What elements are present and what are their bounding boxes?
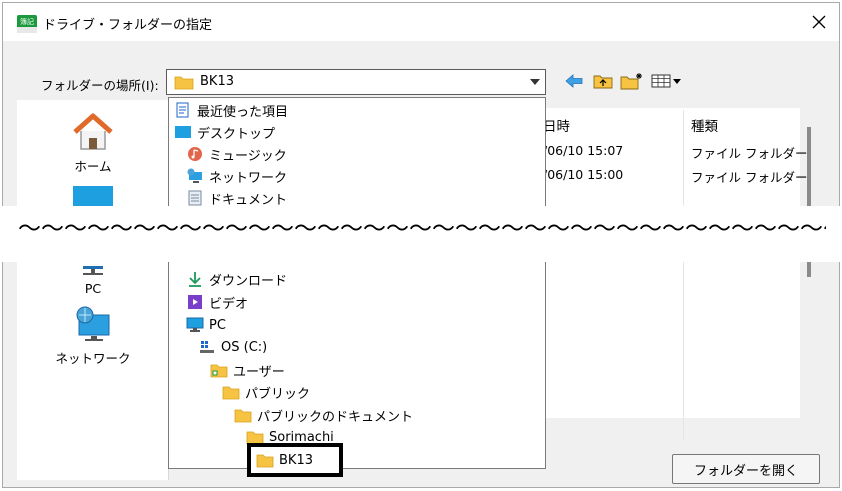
desktop-icon <box>175 126 191 138</box>
dropdown-item-label: PC <box>209 317 226 333</box>
network-icon <box>187 168 202 183</box>
column-separator <box>683 110 684 440</box>
app-icon-text: 簿記 <box>20 17 34 26</box>
home-icon <box>73 113 113 150</box>
dropdown-item-label: デスクトップ <box>197 126 276 142</box>
new-folder-button[interactable] <box>619 71 645 91</box>
place-home-label: ホーム <box>74 159 112 174</box>
dropdown-item[interactable]: 最近使った項目 <box>173 99 288 121</box>
folder-icon <box>256 454 274 467</box>
dropdown-item[interactable]: OS (C:) <box>197 336 267 358</box>
dropdown-item-label: パブリックのドキュメント <box>257 409 414 425</box>
dropdown-item-label: ネットワーク <box>209 170 288 186</box>
dropdown-item-label: ミュージック <box>209 148 287 164</box>
back-button[interactable] <box>563 71 585 91</box>
folder-location-label: フォルダーの場所(I): <box>41 78 159 93</box>
recent-icon <box>176 102 189 118</box>
dropdown-item-selected[interactable]: BK13 <box>255 449 313 471</box>
pc-icon <box>83 266 103 275</box>
folder-icon <box>222 386 240 399</box>
dropdown-item[interactable]: デスクトップ <box>173 121 275 143</box>
row-date: /06/10 15:00 <box>543 167 624 182</box>
row-date: /06/10 15:07 <box>543 143 624 158</box>
drive-icon <box>200 341 214 353</box>
view-menu-button[interactable] <box>649 71 685 91</box>
folder-location-combo[interactable]: BK13 <box>166 69 546 95</box>
network-icon <box>76 306 110 341</box>
dropdown-item-label: ダウンロード <box>209 273 288 289</box>
dropdown-item-label: OS (C:) <box>221 339 268 355</box>
column-header-type[interactable]: 種類 <box>691 115 718 135</box>
place-pc-label: PC <box>84 281 102 296</box>
place-home[interactable] <box>17 112 169 156</box>
pc-icon <box>186 317 204 332</box>
dropdown-item-label: ユーザー <box>233 364 285 380</box>
row-type: ファイル フォルダー <box>691 170 808 185</box>
document-icon <box>188 190 202 206</box>
window-title: ドライブ・フォルダーの指定 <box>43 18 213 33</box>
dropdown-item[interactable]: パブリックのドキュメント <box>233 404 413 426</box>
folder-dropdown-list: 最近使った項目 デスクトップ ミュージック ネットワーク ドキュメント ダウンロ… <box>168 97 546 469</box>
open-folder-button[interactable]: フォルダーを開く <box>672 454 820 484</box>
dropdown-item-label: 最近使った項目 <box>197 104 289 120</box>
folder-icon <box>210 364 228 377</box>
video-icon <box>188 295 202 309</box>
place-network[interactable] <box>17 305 169 349</box>
dropdown-item-label: ビデオ <box>209 296 249 312</box>
dropdown-item[interactable]: ミュージック <box>185 143 287 165</box>
dropdown-item-label: パブリック <box>245 386 311 402</box>
places-bar: ホーム PC ネットワーク <box>17 100 169 480</box>
dropdown-item[interactable]: PC <box>185 314 226 336</box>
dropdown-item[interactable]: ユーザー <box>209 359 285 381</box>
close-icon <box>812 15 826 29</box>
back-arrow-icon <box>565 74 583 88</box>
music-icon <box>188 147 202 161</box>
dropdown-item[interactable]: ダウンロード <box>185 268 287 290</box>
column-header-date[interactable]: 日時 <box>543 115 570 135</box>
up-folder-button[interactable] <box>591 71 615 91</box>
app-icon: 簿記 <box>17 15 37 33</box>
chevron-down-icon <box>530 79 540 85</box>
place-network-label: ネットワーク <box>55 351 131 366</box>
dropdown-item[interactable]: ビデオ <box>185 291 248 313</box>
close-button[interactable] <box>805 9 833 35</box>
row-type: ファイル フォルダー <box>691 146 808 161</box>
view-menu-icon <box>651 74 681 88</box>
folder-location-value: BK13 <box>200 74 234 89</box>
folder-icon <box>174 76 194 90</box>
download-icon <box>189 272 201 287</box>
dropdown-item[interactable]: ネットワーク <box>185 165 287 187</box>
dropdown-item-label: BK13 <box>279 452 313 468</box>
up-folder-icon <box>593 75 613 89</box>
folder-icon <box>234 409 252 422</box>
combo-dropdown-button[interactable] <box>525 70 545 94</box>
dropdown-item-label: ドキュメント <box>209 192 288 208</box>
new-folder-icon <box>620 73 642 90</box>
dropdown-item[interactable]: パブリック <box>221 381 310 403</box>
title-bar: 簿記 ドライブ・フォルダーの指定 <box>3 3 839 41</box>
break-wave-line: 〜〜〜〜〜〜〜〜〜〜〜〜〜〜〜〜〜〜〜〜〜〜〜〜〜〜〜〜〜〜〜〜〜〜〜〜〜〜 <box>18 217 826 241</box>
